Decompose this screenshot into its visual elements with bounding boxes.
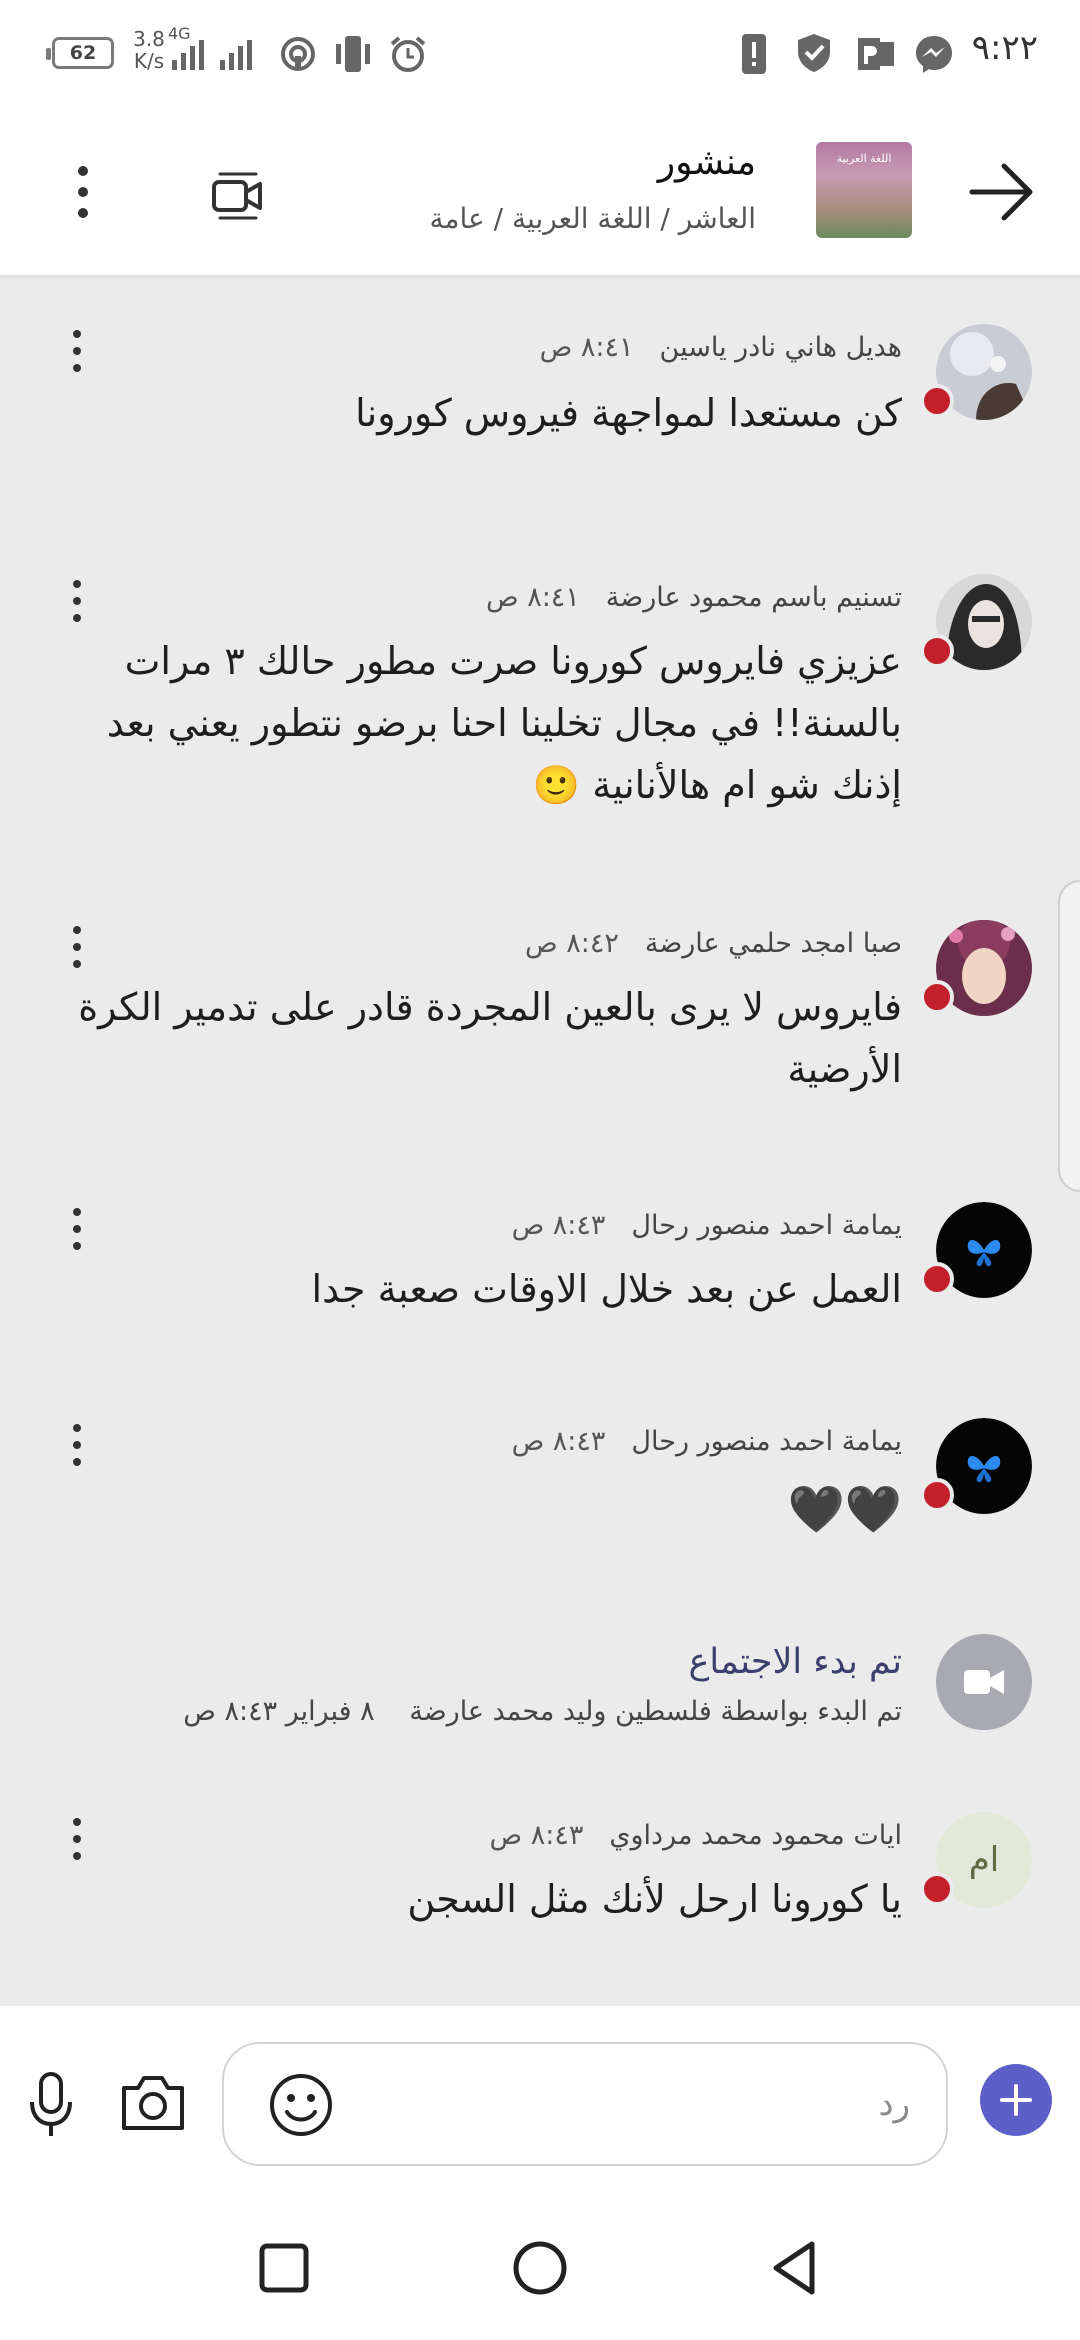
message-meta: يمامة احمد منصور رحال ٨:٤٣ ص (512, 1210, 902, 1241)
sim-icon (742, 34, 766, 74)
message-meta: هديل هاني نادر ياسين ٨:٤١ ص (540, 332, 902, 363)
presence-dot (920, 1478, 954, 1512)
message-more-icon[interactable] (62, 326, 92, 376)
author-name[interactable]: يمامة احمد منصور رحال (631, 1426, 902, 1457)
meeting-title[interactable]: تم بدء الاجتماع (688, 1642, 902, 1682)
message-time: ٨:٤١ ص (485, 582, 580, 613)
message-text: يا كورونا ارحل لأنك مثل السجن (407, 1877, 902, 1921)
vibrate-icon (336, 36, 370, 72)
microphone-icon[interactable] (22, 2070, 80, 2140)
message-meta: صبا امجد حلمي عارضة ٨:٤٢ ص (525, 928, 902, 959)
signal-icon (172, 40, 252, 70)
meeting-avatar (936, 1634, 1032, 1730)
system-nav-bar (0, 2190, 1080, 2340)
message-feed[interactable]: هديل هاني نادر ياسين ٨:٤١ ص كن مستعدا لمو… (0, 276, 1080, 2006)
alarm-icon (390, 36, 426, 72)
side-panel-handle[interactable] (1058, 880, 1080, 1192)
plus-icon (1000, 2084, 1032, 2116)
presence-dot (920, 1872, 954, 1906)
breadcrumb[interactable]: العاشر / اللغة العربية / عامة (430, 202, 757, 235)
message-text: كن مستعدا لمواجهة فيروس كورونا (355, 391, 902, 435)
message-time: ٨:٤١ ص (539, 332, 634, 363)
presence-dot (920, 1262, 954, 1296)
presence-dot (920, 634, 954, 668)
back-triangle-icon[interactable] (764, 2238, 824, 2298)
message-text: عزيزي فايروس كورونا صرت مطور حالك ٣ مرات… (106, 639, 902, 807)
reply-input[interactable]: رد (222, 2042, 948, 2166)
message-time: ٨:٤٣ ص (511, 1210, 606, 1241)
back-arrow-icon[interactable] (968, 158, 1036, 226)
message-text: 🖤🖤 (787, 1482, 902, 1536)
message-text: فايروس لا يرى بالعين المجردة قادر على تد… (78, 985, 902, 1091)
message-more-icon[interactable] (62, 922, 92, 972)
battery-icon: 62 (46, 37, 114, 69)
channel-thumbnail[interactable]: اللغة العربية (816, 142, 912, 238)
channel-header: اللغة العربية منشور العاشر / اللغة العرب… (0, 100, 1080, 276)
message-text: العمل عن بعد خلال الاوقات صعبة جدا (311, 1267, 902, 1311)
messenger-icon (916, 36, 952, 73)
message-meta: تسنيم باسم محمود عارضة ٨:٤١ ص (486, 582, 902, 613)
video-call-icon[interactable] (210, 168, 266, 224)
message-meta: يمامة احمد منصور رحال ٨:٤٣ ص (512, 1426, 902, 1457)
presence-dot (920, 384, 954, 418)
thumbnail-label: اللغة العربية (836, 152, 892, 165)
message-time: ٨:٤٢ ص (525, 928, 619, 959)
author-name[interactable]: يمامة احمد منصور رحال (631, 1210, 902, 1241)
author-name[interactable]: ايات محمود محمد مرداوي (609, 1820, 902, 1851)
office-icon (858, 38, 894, 70)
status-bar: 62 3.8 K/s 4G ٩:٢٢ (0, 0, 1080, 100)
network-speed-value: 3.8 (133, 27, 165, 51)
recents-square-icon[interactable] (254, 2238, 314, 2298)
camera-icon[interactable] (118, 2072, 188, 2134)
status-time: ٩:٢٢ (971, 28, 1038, 68)
message-more-icon[interactable] (62, 1814, 92, 1864)
message-meta: ايات محمود محمد مرداوي ٨:٤٣ ص (490, 1820, 902, 1851)
message-time: ٨:٤٣ ص (489, 1820, 584, 1851)
author-name[interactable]: صبا امجد حلمي عارضة (645, 928, 902, 959)
page-title: منشور (657, 142, 756, 183)
more-vertical-icon[interactable] (68, 162, 98, 222)
battery-level: 62 (69, 42, 97, 64)
message-more-icon[interactable] (62, 1420, 92, 1470)
message-more-icon[interactable] (62, 1204, 92, 1254)
meeting-subtitle: تم البدء بواسطة فلسطين وليد محمد عارضة ٨… (183, 1696, 902, 1727)
meeting-started-by: تم البدء بواسطة فلسطين وليد محمد عارضة (409, 1696, 902, 1727)
author-name[interactable]: هديل هاني نادر ياسين (660, 332, 902, 363)
emoji-icon[interactable] (268, 2072, 334, 2138)
compose-bar: رد (0, 2006, 1080, 2190)
hotspot-icon (281, 37, 315, 71)
network-speed: 3.8 K/s (126, 28, 172, 72)
message-time: ٨:٤٣ ص (511, 1426, 606, 1457)
home-circle-icon[interactable] (510, 2238, 570, 2298)
presence-dot (920, 980, 954, 1014)
meeting-date: ٨ فبراير ٨:٤٣ ص (183, 1696, 375, 1727)
author-name[interactable]: تسنيم باسم محمود عارضة (606, 582, 902, 613)
video-camera-icon (964, 1670, 1004, 1694)
message-more-icon[interactable] (62, 576, 92, 626)
reply-placeholder: رد (878, 2084, 910, 2124)
network-speed-unit: K/s (133, 49, 165, 73)
shield-icon (798, 34, 830, 72)
new-post-button[interactable] (980, 2064, 1052, 2136)
